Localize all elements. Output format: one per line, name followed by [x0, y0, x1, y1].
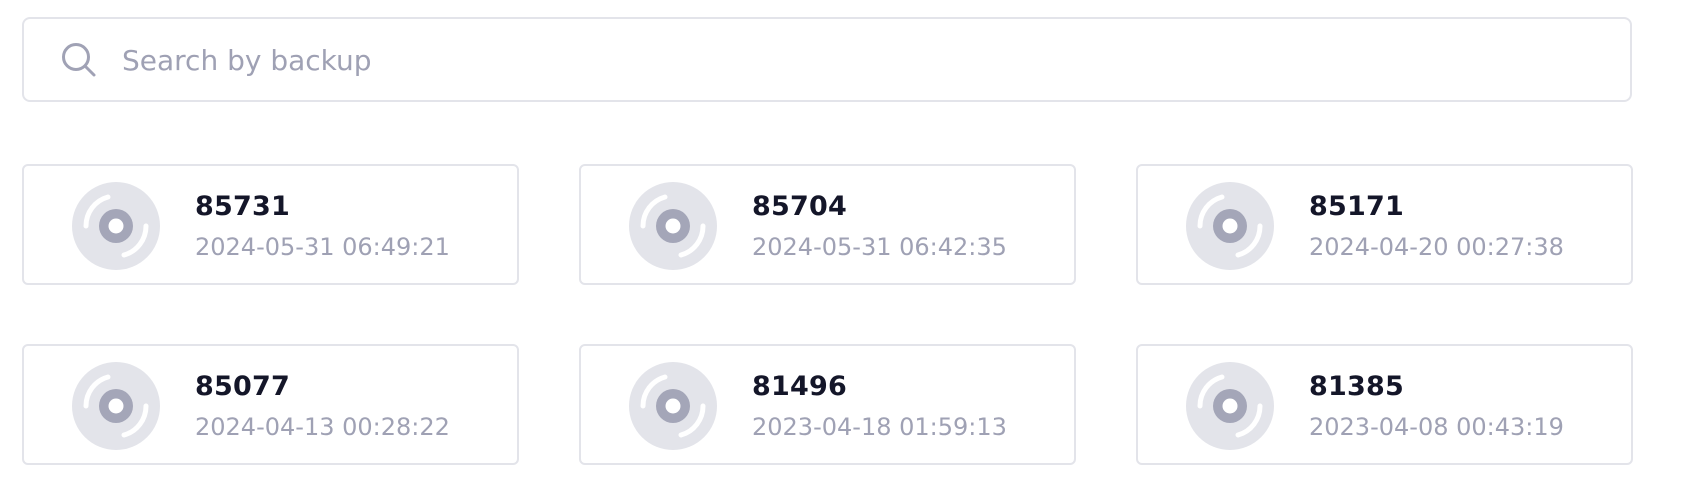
search-input[interactable]	[122, 37, 1602, 83]
backup-card[interactable]: 85704 2024-05-31 06:42:35	[579, 164, 1076, 285]
backup-timestamp: 2024-05-31 06:42:35	[752, 233, 1007, 261]
backup-card[interactable]: 81496 2023-04-18 01:59:13	[579, 344, 1076, 465]
disc-icon	[1186, 182, 1274, 270]
backup-timestamp: 2023-04-08 00:43:19	[1309, 413, 1564, 441]
backup-id: 81385	[1309, 371, 1404, 402]
backup-timestamp: 2024-04-13 00:28:22	[195, 413, 450, 441]
backup-id: 81496	[752, 371, 847, 402]
backup-id: 85704	[752, 191, 847, 222]
backup-id: 85077	[195, 371, 290, 402]
backup-card[interactable]: 85171 2024-04-20 00:27:38	[1136, 164, 1633, 285]
search-icon	[62, 43, 96, 77]
disc-icon	[72, 182, 160, 270]
backup-id: 85731	[195, 191, 290, 222]
backup-timestamp: 2023-04-18 01:59:13	[752, 413, 1007, 441]
disc-icon	[629, 362, 717, 450]
disc-icon	[1186, 362, 1274, 450]
search-bar[interactable]	[22, 17, 1632, 102]
backup-id: 85171	[1309, 191, 1404, 222]
backup-card[interactable]: 81385 2023-04-08 00:43:19	[1136, 344, 1633, 465]
disc-icon	[72, 362, 160, 450]
backup-browser: 85731 2024-05-31 06:49:21 85704 2024-05-…	[0, 0, 1706, 502]
backup-card[interactable]: 85077 2024-04-13 00:28:22	[22, 344, 519, 465]
disc-icon	[629, 182, 717, 270]
backup-timestamp: 2024-05-31 06:49:21	[195, 233, 450, 261]
backup-timestamp: 2024-04-20 00:27:38	[1309, 233, 1564, 261]
backup-card[interactable]: 85731 2024-05-31 06:49:21	[22, 164, 519, 285]
